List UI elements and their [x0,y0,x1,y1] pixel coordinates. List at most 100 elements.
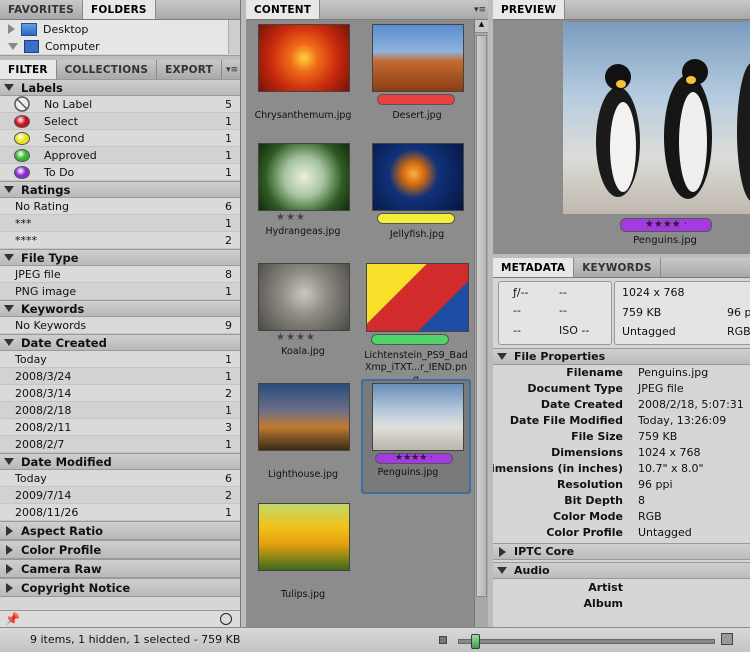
clear-filter-icon[interactable] [220,613,232,625]
metadata-row[interactable]: Dimensions (in inches) 10.7" x 8.0" [493,462,750,478]
filter-section-datecreated[interactable]: Date Created [0,334,240,351]
tab-keywords[interactable]: KEYWORDS [574,258,661,277]
thumbnail-item[interactable]: Tulips.jpg [258,503,368,618]
tab-export[interactable]: EXPORT [157,60,222,79]
thumbnail-image[interactable] [258,503,350,571]
filter-row-filetype[interactable]: PNG image 1 [0,283,240,300]
filter-row-datemodified[interactable]: Today 6 [0,470,240,487]
filter-row-filetype[interactable]: JPEG file 8 [0,266,240,283]
panel-menu-icon[interactable]: ▾≡ [224,60,240,79]
tab-folders[interactable]: FOLDERS [82,0,156,19]
thumbnail-item[interactable]: Jellyfish.jpg [372,143,482,258]
filter-row-ratings[interactable]: **** 2 [0,232,240,249]
thumbnail-image[interactable] [366,263,469,332]
metadata-row[interactable]: Date Created 2008/2/18, 5:07:31 [493,398,750,414]
thumbnail-image[interactable] [258,24,350,92]
panel-menu-icon[interactable]: ▾≡ [472,0,488,19]
filter-row-datecreated[interactable]: Today 1 [0,351,240,368]
thumbnail-item[interactable]: Chrysanthemum.jpg [255,24,368,139]
filter-section-keywords[interactable]: Keywords [0,300,240,317]
metadata-row[interactable]: Dimensions 1024 x 768 [493,446,750,462]
filter-section-collapsed[interactable]: Copyright Notice [0,578,240,597]
content-scrollbar[interactable]: ▲ [474,20,488,627]
metadata-row[interactable]: File Size 759 KB [493,430,750,446]
folders-scrollbar[interactable] [228,20,240,54]
rating-stars[interactable]: ★★★★ [276,332,316,343]
thumbnail-image[interactable] [372,24,464,92]
metadata-row[interactable]: Filename Penguins.jpg [493,366,750,382]
scroll-thumb[interactable] [476,35,487,597]
metadata-row[interactable]: Artist [493,581,750,597]
filter-row-datecreated[interactable]: 2008/2/11 3 [0,419,240,436]
preview-rating[interactable]: ★★★★ · [645,219,687,230]
filter-section-ratings[interactable]: Ratings [0,181,240,198]
folder-computer[interactable]: Computer [8,38,100,54]
rating-stars[interactable]: ★★★ [276,212,306,223]
summary-color-profile: Untagged [622,325,676,338]
metadata-row[interactable]: Album [493,597,750,613]
thumbnail-image[interactable] [258,263,350,331]
expand-right-icon[interactable] [8,24,15,34]
thumbnail-item[interactable]: ★★★★ · Penguins.jpg [361,379,471,494]
filter-row-datemodified[interactable]: 2008/11/26 1 [0,504,240,521]
summary-color-mode: RGB [727,325,750,338]
collapse-icon [497,567,507,574]
metadata-row[interactable]: Color Profile Untagged [493,526,750,542]
file-properties-header[interactable]: File Properties [493,348,750,365]
filter-section-collapsed[interactable]: Camera Raw [0,559,240,578]
small-thumb-icon[interactable] [439,636,447,644]
folders-tree: Desktop Computer [0,20,240,54]
filter-row-label: **** [15,233,37,247]
tab-favorites[interactable]: FAVORITES [0,0,83,19]
scroll-up-icon[interactable]: ▲ [475,20,488,33]
filter-row-labels[interactable]: No Label 5 [0,96,240,113]
filter-row-labels[interactable]: Second 1 [0,130,240,147]
filter-section-collapsed[interactable]: Aspect Ratio [0,521,240,540]
filter-section-filetype[interactable]: File Type [0,249,240,266]
tab-collections[interactable]: COLLECTIONS [57,60,158,79]
filter-row-ratings[interactable]: No Rating 6 [0,198,240,215]
thumbnail-item[interactable]: Lichtenstein_PS9_BadXmp_iTXT...r_IEND.pn… [364,263,476,385]
pin-icon[interactable]: 📌 [5,612,20,626]
filter-row-datemodified[interactable]: 2009/7/14 2 [0,487,240,504]
preview-image[interactable] [563,22,750,214]
filter-row-keywords[interactable]: No Keywords 9 [0,317,240,334]
thumbnail-item[interactable]: ★★★ Hydrangeas.jpg [258,143,368,258]
filter-row-ratings[interactable]: *** 1 [0,215,240,232]
thumbnail-image[interactable] [372,143,464,211]
thumbnail-item[interactable]: ★★★★ Koala.jpg [258,263,368,378]
tab-metadata[interactable]: METADATA [493,258,575,277]
filter-row-labels[interactable]: Select 1 [0,113,240,130]
audio-header[interactable]: Audio [493,562,750,579]
tab-content[interactable]: CONTENT [246,0,321,19]
metadata-row[interactable]: Resolution 96 ppi [493,478,750,494]
metadata-row[interactable]: Bit Depth 8 [493,494,750,510]
metadata-row[interactable]: Document Type JPEG file [493,382,750,398]
tab-filter[interactable]: FILTER [0,60,57,79]
thumbnail-item[interactable]: Desert.jpg [372,24,482,139]
filter-section-collapsed[interactable]: Color Profile [0,540,240,559]
filter-row-datecreated[interactable]: 2008/2/18 1 [0,402,240,419]
expand-down-icon[interactable] [8,42,18,50]
thumbnail-image[interactable] [258,383,350,451]
large-thumb-icon[interactable] [721,633,733,645]
tab-preview[interactable]: PREVIEW [493,0,566,19]
filter-row-datecreated[interactable]: 2008/2/7 1 [0,436,240,453]
filter-row-count: 6 [225,471,232,485]
filter-row-labels[interactable]: Approved 1 [0,147,240,164]
slider-thumb[interactable] [471,634,480,649]
thumbnail-image[interactable] [258,143,350,211]
rating-stars[interactable]: ★★★★ · [376,453,452,463]
thumbnail-size-slider[interactable] [458,634,715,649]
thumbnail-item[interactable]: Lighthouse.jpg [258,383,368,498]
filter-row-labels[interactable]: To Do 1 [0,164,240,181]
filter-section-datemodified[interactable]: Date Modified [0,453,240,470]
thumbnail-image[interactable] [372,383,464,451]
folder-desktop[interactable]: Desktop [8,21,88,37]
filter-row-datecreated[interactable]: 2008/3/24 1 [0,368,240,385]
filter-row-datecreated[interactable]: 2008/3/14 2 [0,385,240,402]
filter-section-labels[interactable]: Labels [0,79,240,96]
iptc-core-header[interactable]: IPTC Core [493,543,750,560]
metadata-row[interactable]: Date File Modified Today, 13:26:09 [493,414,750,430]
metadata-row[interactable]: Color Mode RGB [493,510,750,526]
